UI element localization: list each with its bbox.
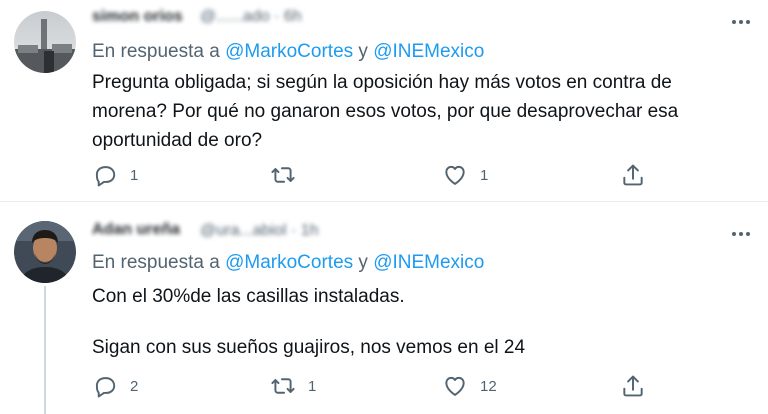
tweet-text-line xyxy=(92,311,742,333)
reply-prefix: En respuesta a xyxy=(92,252,220,273)
thread-line xyxy=(44,286,46,414)
tweet-text: Con el 30%de las casillas instaladas. Si… xyxy=(92,282,742,362)
retweet-button[interactable] xyxy=(270,161,308,189)
avatar[interactable] xyxy=(14,11,76,73)
mention-link[interactable]: @INEMexico xyxy=(373,252,484,273)
handle-time[interactable]: @......ado · 6h xyxy=(200,8,302,26)
retweet-icon xyxy=(271,167,295,183)
reply-context: En respuesta a @MarkoCortes y @INEMexico xyxy=(92,252,484,274)
reply-icon xyxy=(95,166,116,187)
tweet-actions: 2 1 12 xyxy=(92,372,662,400)
share-button[interactable] xyxy=(620,161,646,189)
tweet-text: Pregunta obligada; si según la oposición… xyxy=(92,68,742,155)
tweet-text-line: Sigan con sus sueños guajiros, nos vemos… xyxy=(92,337,526,358)
like-button[interactable]: 1 xyxy=(442,161,488,189)
share-icon xyxy=(623,375,643,397)
avatar[interactable] xyxy=(14,221,76,283)
reply-prefix: En respuesta a xyxy=(92,41,220,62)
retweet-icon xyxy=(271,378,295,394)
reply-conjunction: y xyxy=(358,252,368,273)
reply-count: 1 xyxy=(130,166,139,184)
tweet-text-line: morena? Por qué no ganaron esos votos, p… xyxy=(92,101,679,122)
tweet-text-line: Con el 30%de las casillas instaladas. xyxy=(92,286,405,307)
heart-icon xyxy=(445,165,465,185)
mention-link[interactable]: @INEMexico xyxy=(373,41,484,62)
share-button[interactable] xyxy=(620,372,646,400)
share-icon xyxy=(623,164,643,186)
tweet-actions: 1 1 xyxy=(92,161,662,189)
like-count: 12 xyxy=(480,377,497,395)
reply-count: 2 xyxy=(130,377,139,395)
like-count: 1 xyxy=(480,166,489,184)
retweet-button[interactable]: 1 xyxy=(270,372,316,400)
more-icon xyxy=(732,20,736,24)
tweet[interactable]: Adan ureña @ura...abiol · 1h En respuest… xyxy=(0,202,768,414)
mention-link[interactable]: @MarkoCortes xyxy=(225,41,353,62)
author-name[interactable]: simon orios xyxy=(92,8,183,26)
reply-icon xyxy=(95,377,116,398)
retweet-count: 1 xyxy=(308,377,317,395)
author-name[interactable]: Adan ureña xyxy=(92,221,180,239)
more-button[interactable] xyxy=(727,225,755,243)
timeline: simon orios @......ado · 6h En respuesta… xyxy=(0,0,768,414)
tweet-text-line: oportunidad de oro? xyxy=(92,130,263,151)
handle-time[interactable]: @ura...abiol · 1h xyxy=(200,222,319,240)
like-button[interactable]: 12 xyxy=(442,372,497,400)
heart-icon xyxy=(445,376,465,396)
more-button[interactable] xyxy=(727,13,755,31)
reply-conjunction: y xyxy=(358,41,368,62)
more-icon xyxy=(732,232,736,236)
tweet-text-line: Pregunta obligada; si según la oposición… xyxy=(92,72,672,93)
reply-context: En respuesta a @MarkoCortes y @INEMexico xyxy=(92,41,484,63)
reply-button[interactable]: 2 xyxy=(92,372,138,400)
tweet[interactable]: simon orios @......ado · 6h En respuesta… xyxy=(0,0,768,201)
mention-link[interactable]: @MarkoCortes xyxy=(225,252,353,273)
reply-button[interactable]: 1 xyxy=(92,161,138,189)
